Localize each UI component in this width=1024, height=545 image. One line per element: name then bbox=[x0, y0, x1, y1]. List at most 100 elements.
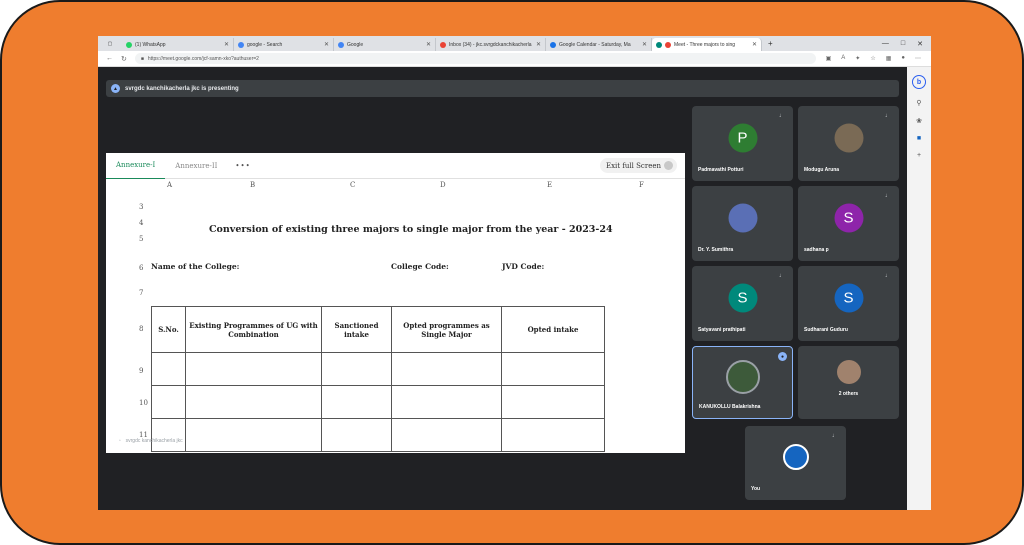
table-row bbox=[151, 418, 605, 452]
tab-google-calendar[interactable]: Google Calendar - Saturday, Ma ✕ bbox=[546, 38, 652, 51]
participant-name: You bbox=[751, 486, 761, 492]
table-cell[interactable] bbox=[321, 352, 392, 386]
tab-gmail-inbox[interactable]: Inbox (34) - jkc.svrgdckanchikacherla ✕ bbox=[436, 38, 546, 51]
participant-tile[interactable]: ♩ P Padmavathi Potturi bbox=[692, 106, 793, 181]
participant-tile[interactable]: ♩ Modugu Aruna bbox=[798, 106, 899, 181]
participant-tile-speaking[interactable]: ● KANUKOLLU Balakrishna bbox=[692, 346, 793, 419]
college-name-label: Name of the College: bbox=[151, 262, 240, 271]
tab-google[interactable]: Google ✕ bbox=[334, 38, 436, 51]
row-number: 6 bbox=[139, 264, 144, 272]
tab-annexure-1[interactable]: Annexure-I bbox=[106, 153, 166, 179]
close-tab-icon[interactable]: ✕ bbox=[324, 41, 329, 48]
more-tabs-icon[interactable]: ••• bbox=[227, 162, 258, 170]
participant-tile[interactable]: Dr. Y. Sumithra bbox=[692, 186, 793, 261]
table-cell[interactable] bbox=[501, 385, 605, 419]
sheet-tab-bar: Annexure-I Annexure-II ••• Exit full Scr… bbox=[106, 153, 685, 179]
address-bar[interactable]: ■ https://meet.google.com/jcf-samn-xko?a… bbox=[134, 53, 816, 64]
browser-tab-bar: ▢ (1) WhatsApp ✕ google - Search ✕ Googl… bbox=[98, 36, 931, 51]
tab-annexure-2[interactable]: Annexure-II bbox=[165, 162, 227, 170]
read-aloud-icon[interactable]: A bbox=[841, 55, 845, 62]
self-tile[interactable]: ♩ You bbox=[745, 426, 846, 500]
table-row bbox=[151, 385, 605, 419]
pin-icon: ▮ bbox=[110, 438, 114, 445]
meet-icon bbox=[656, 41, 662, 48]
close-tab-icon[interactable]: ✕ bbox=[224, 41, 229, 48]
restore-icon[interactable]: □ bbox=[901, 40, 905, 48]
row-number: 9 bbox=[139, 367, 144, 375]
gmail-icon bbox=[440, 41, 446, 48]
participant-tile[interactable]: ♩ S sadhana p bbox=[798, 186, 899, 261]
column-header: C bbox=[350, 181, 356, 189]
column-header: D bbox=[440, 181, 446, 189]
window-menu-icon[interactable]: ▢ bbox=[98, 41, 122, 47]
table-cell[interactable] bbox=[391, 418, 502, 452]
minimize-icon[interactable]: — bbox=[882, 40, 889, 48]
table-cell[interactable] bbox=[151, 352, 186, 386]
refresh-icon[interactable]: ↻ bbox=[121, 55, 127, 63]
outlook-icon[interactable]: ■ bbox=[917, 135, 921, 142]
tab-google-search[interactable]: google - Search ✕ bbox=[234, 38, 334, 51]
table-cell[interactable] bbox=[151, 418, 186, 452]
row-number: 4 bbox=[139, 219, 144, 227]
new-tab-button[interactable]: + bbox=[762, 39, 779, 48]
slide-background: ▢ (1) WhatsApp ✕ google - Search ✕ Googl… bbox=[0, 0, 1024, 545]
table-cell[interactable] bbox=[391, 352, 502, 386]
table-cell[interactable] bbox=[501, 352, 605, 386]
close-window-icon[interactable]: ✕ bbox=[917, 40, 923, 48]
avatar: P bbox=[728, 123, 757, 152]
avatar: S bbox=[834, 283, 863, 312]
avatar-photo bbox=[725, 359, 760, 394]
whatsapp-icon bbox=[126, 41, 132, 48]
add-icon[interactable]: + bbox=[917, 152, 921, 159]
column-header: A bbox=[167, 181, 173, 189]
table-cell[interactable] bbox=[501, 418, 605, 452]
table-cell[interactable] bbox=[185, 352, 322, 386]
more-icon[interactable]: ⋯ bbox=[915, 55, 921, 62]
table-cell[interactable] bbox=[321, 385, 392, 419]
participant-name: sadhana p bbox=[804, 247, 829, 253]
tab-whatsapp[interactable]: (1) WhatsApp ✕ bbox=[122, 38, 234, 51]
favorites-icon[interactable]: ☆ bbox=[870, 55, 875, 62]
jvd-code-label: JVD Code: bbox=[502, 262, 545, 271]
data-table: S.No. Existing Programmes of UG with Com… bbox=[151, 306, 605, 452]
table-cell[interactable] bbox=[151, 385, 186, 419]
mic-off-icon: ♩ bbox=[885, 113, 891, 119]
presenting-banner: ▲ svrgdc kanchikacherla jkc is presentin… bbox=[106, 80, 899, 97]
header-cell: Sanctioned intake bbox=[321, 306, 392, 353]
table-row bbox=[151, 352, 605, 386]
table-cell[interactable] bbox=[321, 418, 392, 452]
row-number: 8 bbox=[139, 325, 144, 333]
extensions-icon[interactable]: ✦ bbox=[855, 55, 860, 62]
lock-icon: ■ bbox=[140, 55, 144, 62]
sheet-title: Conversion of existing three majors to s… bbox=[209, 224, 613, 235]
tab-meet[interactable]: Meet - Three majors to sing ✕ bbox=[652, 38, 762, 51]
row-number: 7 bbox=[139, 289, 144, 297]
avatar-photo bbox=[834, 123, 863, 152]
screen-share-icon[interactable]: ▣ bbox=[826, 55, 832, 62]
google-icon bbox=[338, 41, 344, 48]
profile-icon[interactable]: ● bbox=[901, 55, 905, 62]
participant-tile[interactable]: ♩ S Sudharani Guduru bbox=[798, 266, 899, 341]
exit-icon bbox=[664, 161, 673, 170]
shopping-icon[interactable]: ❀ bbox=[916, 117, 922, 125]
avatar: S bbox=[834, 203, 863, 232]
bing-chat-icon[interactable]: b bbox=[912, 75, 926, 89]
exit-full-screen-button[interactable]: Exit full Screen bbox=[600, 158, 677, 173]
participant-name: Modugu Aruna bbox=[804, 167, 840, 173]
close-tab-icon[interactable]: ✕ bbox=[752, 41, 757, 48]
participant-tile[interactable]: ♩ S Satyavani prathipati bbox=[692, 266, 793, 341]
close-tab-icon[interactable]: ✕ bbox=[536, 41, 541, 48]
others-tile[interactable]: 2 others bbox=[798, 346, 899, 419]
header-cell: S.No. bbox=[151, 306, 186, 353]
close-tab-icon[interactable]: ✕ bbox=[642, 41, 647, 48]
table-cell[interactable] bbox=[185, 418, 322, 452]
header-cell: Opted programmes as Single Major bbox=[391, 306, 502, 353]
speaking-icon: ● bbox=[778, 352, 787, 361]
table-cell[interactable] bbox=[391, 385, 502, 419]
close-tab-icon[interactable]: ✕ bbox=[426, 41, 431, 48]
back-icon[interactable]: ← bbox=[106, 55, 113, 63]
collections-icon[interactable]: ▦ bbox=[886, 55, 892, 62]
search-icon[interactable]: ⚲ bbox=[916, 99, 921, 107]
mic-off-icon: ♩ bbox=[779, 113, 785, 119]
table-cell[interactable] bbox=[185, 385, 322, 419]
